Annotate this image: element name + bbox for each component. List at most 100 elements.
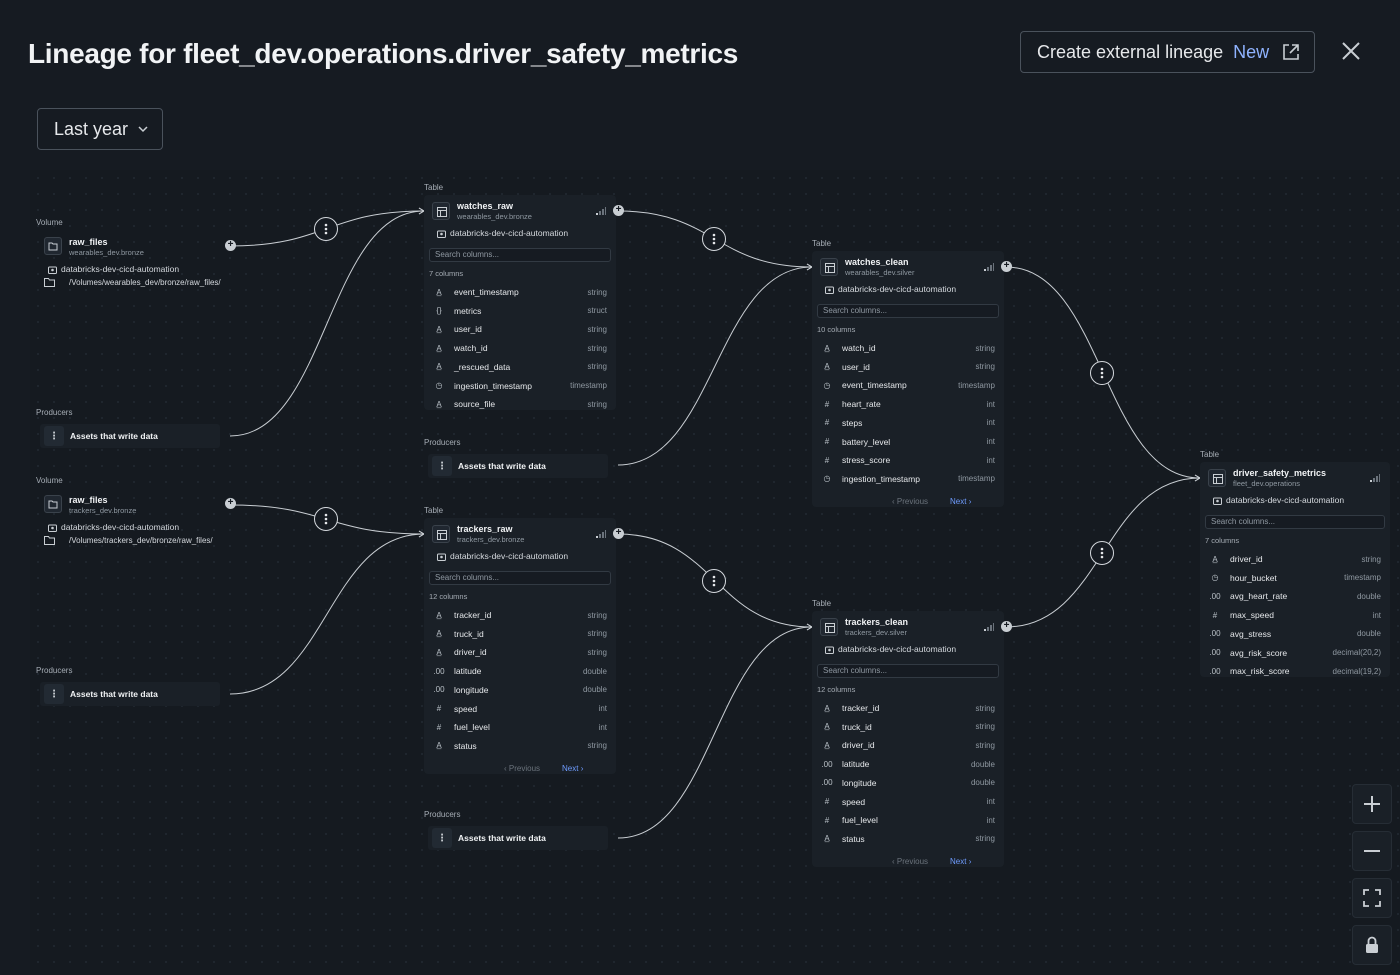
edge-menu-button[interactable] [314,217,338,241]
column-row[interactable]: # steps int [821,414,995,432]
table-name[interactable]: watches_clean [845,257,909,267]
next-page-button[interactable]: Next › [562,764,583,773]
column-row[interactable]: .00 max_risk_score decimal(19,2) [1209,662,1381,680]
column-row[interactable]: A̲ driver_id string [1209,550,1381,568]
edge-menu-button[interactable] [1090,361,1114,385]
column-type: string [975,740,995,750]
column-row[interactable]: A̲ user_id string [433,320,607,338]
column-row[interactable]: A̲ tracker_id string [821,699,995,717]
table-name[interactable]: driver_safety_metrics [1233,468,1326,478]
table-node-trackers-raw[interactable]: Table trackers_raw trackers_dev.bronze data… [424,506,624,774]
producers-label: Producers [36,666,73,675]
search-columns-input[interactable]: Search columns... [429,248,611,262]
column-row[interactable]: A̲ driver_id string [821,736,995,754]
search-columns-input[interactable]: Search columns... [817,304,999,318]
column-row[interactable]: .00 avg_heart_rate double [1209,587,1381,605]
edge-menu-button[interactable] [314,507,338,531]
create-external-lineage-button[interactable]: Create external lineage New [1020,31,1315,73]
next-page-button[interactable]: Next › [950,857,971,866]
column-row[interactable]: A̲ watch_id string [433,339,607,357]
column-row[interactable]: .00 avg_risk_score decimal(20,2) [1209,644,1381,662]
kebab-menu-icon[interactable]: ⋮ [44,426,64,446]
next-page-button[interactable]: Next › [950,497,971,506]
zoom-in-button[interactable] [1352,784,1392,824]
producers-node[interactable]: ⋮ Assets that write data [40,424,220,448]
column-type: string [587,610,607,620]
column-row[interactable]: A̲ source_file string [433,395,607,413]
column-row[interactable]: A̲ event_timestamp string [433,283,607,301]
edge-menu-button[interactable] [702,227,726,251]
column-row[interactable]: # fuel_level int [433,718,607,736]
column-row[interactable]: A̲ user_id string [821,358,995,376]
column-type: string [587,629,607,639]
previous-page-button[interactable]: ‹ Previous [892,497,928,506]
column-row[interactable]: .00 longitude double [433,681,607,699]
column-row[interactable]: .00 latitude double [821,755,995,773]
kebab-menu-icon[interactable]: ⋮ [44,684,64,704]
table-node-watches-raw[interactable]: Table watches_raw wearables_dev.bronze data… [424,183,624,413]
search-columns-input[interactable]: Search columns... [1205,515,1385,529]
producers-node[interactable]: ⋮ Assets that write data [428,826,608,850]
column-row[interactable]: A̲ status string [821,830,995,848]
column-row[interactable]: {} metrics struct [433,302,607,320]
column-row[interactable]: A̲ tracker_id string [433,606,607,624]
column-row[interactable]: A̲ status string [433,737,607,755]
column-row[interactable]: .00 latitude double [433,662,607,680]
table-node-trackers-clean[interactable]: Table trackers_clean trackers_dev.silver da… [812,599,1012,867]
column-row[interactable]: .00 avg_stress double [1209,625,1381,643]
table-name[interactable]: trackers_clean [845,617,908,627]
close-icon[interactable] [1338,38,1364,64]
kebab-menu-icon[interactable]: ⋮ [432,828,452,848]
column-row[interactable]: # stress_score int [821,451,995,469]
expand-downstream-icon[interactable]: + [1001,261,1012,272]
time-range-dropdown[interactable]: Last year [37,108,163,150]
column-row[interactable]: A̲ _rescued_data string [433,358,607,376]
edge-menu-button[interactable] [702,569,726,593]
column-row[interactable]: ◷ ingestion_timestamp timestamp [821,470,996,488]
table-name[interactable]: watches_raw [457,201,513,211]
volume-node[interactable]: Volume raw_files trackers_dev.bronze databr… [36,476,236,556]
edge-menu-button[interactable] [1090,541,1114,565]
expand-downstream-icon[interactable]: + [225,498,236,509]
producers-node[interactable]: ⋮ Assets that write data [428,454,608,478]
column-row[interactable]: # max_speed int [1209,606,1381,624]
minus-icon [1364,850,1380,852]
column-row[interactable]: A̲ truck_id string [821,718,995,736]
fit-view-button[interactable] [1352,878,1392,918]
producers-node[interactable]: ⋮ Assets that write data [40,682,220,706]
column-row[interactable]: A̲ truck_id string [433,625,607,643]
column-row[interactable]: .00 longitude double [821,774,995,792]
previous-page-button[interactable]: ‹ Previous [892,857,928,866]
table-owner: databricks-dev-cicd-automation [437,551,568,561]
column-row[interactable]: A̲ driver_id string [433,643,607,661]
zoom-out-button[interactable] [1352,831,1392,871]
column-row[interactable]: # speed int [433,700,607,718]
previous-page-button[interactable]: ‹ Previous [504,764,540,773]
table-node-watches-clean[interactable]: Table watches_clean wearables_dev.silver da… [812,239,1012,507]
table-node-driver-safety-metrics[interactable]: Table driver_safety_metrics fleet_dev.oper… [1200,450,1390,677]
search-columns-input[interactable]: Search columns... [817,664,999,678]
column-row[interactable]: ◷ ingestion_timestamp timestamp [433,377,608,395]
volume-node[interactable]: Volume raw_files wearables_dev.bronze datab… [36,218,236,298]
column-row[interactable]: ◷ hour_bucket timestamp [1209,569,1382,587]
column-row[interactable]: # speed int [821,793,995,811]
column-row[interactable]: ◷ event_timestamp timestamp [821,376,996,394]
column-row[interactable]: # fuel_level int [821,811,995,829]
expand-downstream-icon[interactable]: + [613,205,624,216]
kebab-menu-icon[interactable]: ⋮ [432,456,452,476]
lock-view-button[interactable] [1352,925,1392,965]
table-name[interactable]: trackers_raw [457,524,513,534]
column-type: string [975,703,995,713]
column-type: timestamp [958,474,995,484]
expand-downstream-icon[interactable]: + [1001,621,1012,632]
column-row[interactable]: # battery_level int [821,433,995,451]
volume-name[interactable]: raw_files [69,237,108,247]
expand-downstream-icon[interactable]: + [225,240,236,251]
producers-label: Producers [424,438,461,447]
column-pager: ‹ Previous Next › [892,857,971,866]
column-row[interactable]: A̲ watch_id string [821,339,995,357]
search-columns-input[interactable]: Search columns... [429,571,611,585]
volume-name[interactable]: raw_files [69,495,108,505]
column-row[interactable]: # heart_rate int [821,395,995,413]
expand-downstream-icon[interactable]: + [613,528,624,539]
